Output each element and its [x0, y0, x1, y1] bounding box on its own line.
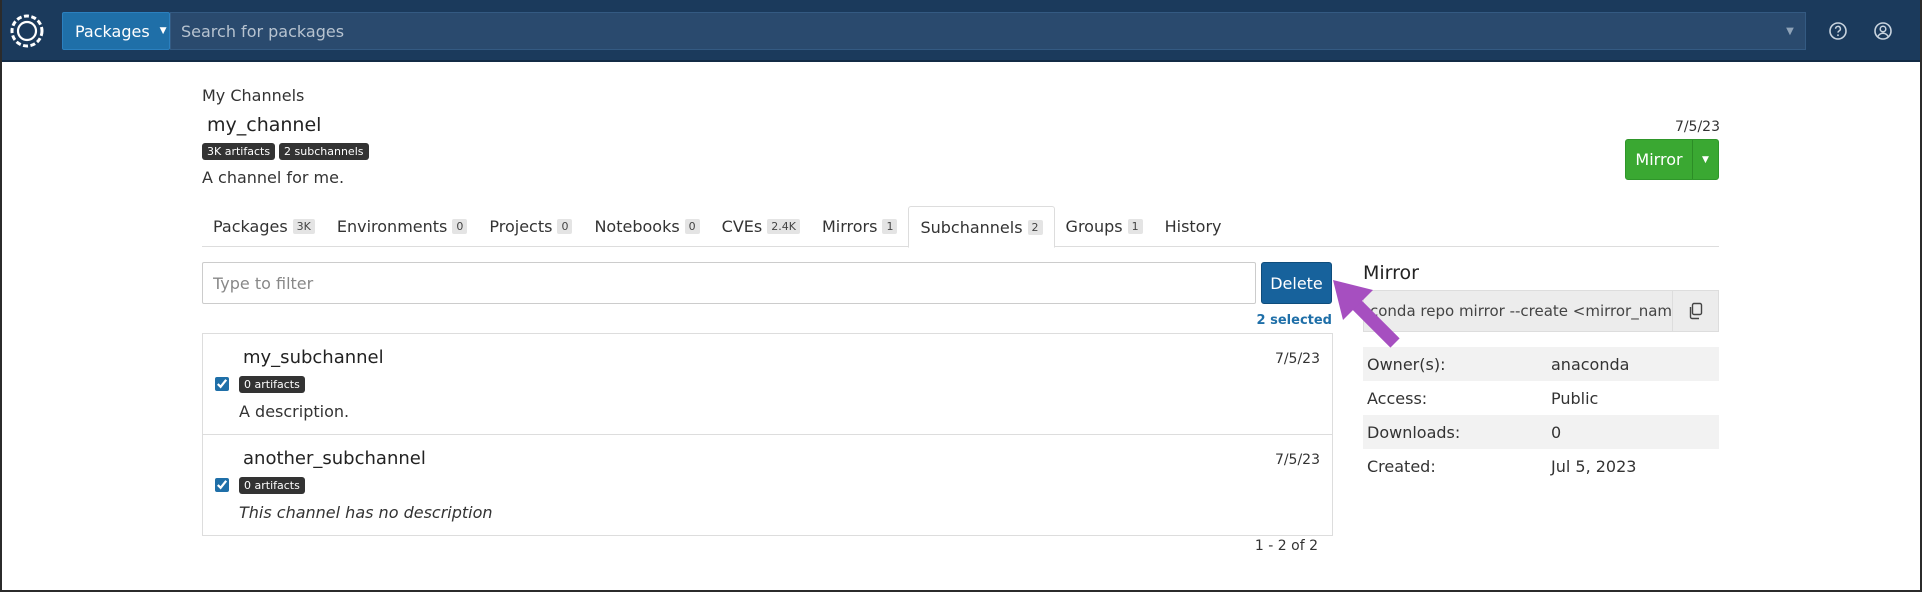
- subchannel-list: my_subchannel 7/5/23 0 artifacts A descr…: [202, 333, 1333, 536]
- pagination-summary: 1 - 2 of 2: [1254, 538, 1318, 554]
- tab-projects[interactable]: Projects 0: [478, 206, 583, 247]
- meta-row-access: Access: Public: [1363, 381, 1719, 415]
- list-item: another_subchannel 7/5/23 0 artifacts Th…: [203, 435, 1332, 535]
- tab-count: 1: [1127, 219, 1143, 234]
- subchannel-name-link[interactable]: my_subchannel: [243, 347, 384, 368]
- help-icon[interactable]: [1827, 20, 1849, 42]
- channel-description: A channel for me.: [202, 168, 345, 187]
- package-search-input[interactable]: [181, 21, 1775, 41]
- annotation-arrow-icon: [1333, 280, 1400, 348]
- subchannel-date: 7/5/23: [1274, 452, 1320, 468]
- channel-date: 7/5/23: [1674, 119, 1720, 135]
- top-navbar: Packages ▼ ▼: [0, 0, 1922, 62]
- search-dropdown-icon[interactable]: ▼: [1775, 26, 1805, 37]
- breadcrumb-my-channels[interactable]: My Channels: [202, 86, 304, 105]
- copy-button[interactable]: [1672, 291, 1718, 331]
- tab-count: 0: [452, 219, 468, 234]
- tab-label: Packages: [213, 217, 288, 236]
- selected-count: 2 selected: [1256, 313, 1332, 328]
- artifacts-badge: 0 artifacts: [239, 376, 305, 393]
- tab-label: CVEs: [721, 217, 763, 236]
- subchannel-description: This channel has no description: [239, 503, 493, 522]
- tab-label: Subchannels: [920, 217, 1023, 237]
- artifacts-badge: 0 artifacts: [239, 477, 305, 494]
- tab-subchannels[interactable]: Subchannels 2: [908, 206, 1055, 248]
- tab-count: 2: [1027, 219, 1043, 235]
- channel-title: my_channel: [207, 114, 322, 136]
- subchannel-date: 7/5/23: [1274, 351, 1320, 367]
- tab-packages[interactable]: Packages 3K: [202, 206, 326, 247]
- delete-button[interactable]: Delete: [1261, 262, 1332, 304]
- channel-badges: 3K artifacts 2 subchannels: [202, 143, 369, 160]
- artifacts-count-badge: 3K artifacts: [202, 143, 276, 160]
- channel-tabs: Packages 3K Environments 0 Projects 0 No…: [202, 206, 1719, 248]
- tab-count: 1: [882, 219, 898, 234]
- tab-cves[interactable]: CVEs 2.4K: [711, 206, 811, 247]
- tab-history[interactable]: History: [1154, 206, 1233, 247]
- meta-value: Public: [1551, 388, 1599, 408]
- tab-label: Environments: [336, 217, 448, 236]
- tab-groups[interactable]: Groups 1: [1055, 206, 1154, 247]
- meta-row-created: Created: Jul 5, 2023: [1363, 449, 1719, 483]
- packages-dropdown-button[interactable]: Packages ▼: [62, 12, 170, 50]
- caret-down-icon: ▼: [159, 26, 167, 36]
- meta-key: Downloads:: [1367, 422, 1461, 442]
- mirror-button[interactable]: Mirror: [1626, 140, 1692, 179]
- copy-icon: [1689, 302, 1702, 320]
- packages-dropdown-label: Packages: [75, 21, 150, 41]
- subchannel-description: A description.: [239, 402, 350, 421]
- user-account-icon[interactable]: [1872, 20, 1894, 42]
- tab-count: 3K: [292, 219, 315, 234]
- meta-value: anaconda: [1551, 354, 1630, 374]
- anaconda-logo-icon[interactable]: [8, 12, 46, 50]
- tab-label: Projects: [489, 217, 553, 236]
- meta-row-downloads: Downloads: 0: [1363, 415, 1719, 449]
- tab-environments[interactable]: Environments 0: [326, 206, 479, 247]
- meta-key: Access:: [1367, 388, 1428, 408]
- mirror-dropdown-icon[interactable]: ▼: [1692, 140, 1718, 179]
- tab-label: History: [1164, 217, 1222, 236]
- package-search: ▼: [170, 12, 1806, 50]
- subchannels-count-badge: 2 subchannels: [279, 143, 369, 160]
- tab-count: 0: [684, 219, 700, 234]
- tab-label: Mirrors: [821, 217, 878, 236]
- tab-notebooks[interactable]: Notebooks 0: [583, 206, 710, 247]
- subchannel-checkbox[interactable]: [215, 478, 229, 492]
- list-item: my_subchannel 7/5/23 0 artifacts A descr…: [203, 334, 1332, 435]
- tab-mirrors[interactable]: Mirrors 1: [811, 206, 908, 247]
- tab-label: Notebooks: [594, 217, 680, 236]
- tab-count: 0: [557, 219, 573, 234]
- meta-key: Created:: [1367, 456, 1436, 476]
- meta-value: Jul 5, 2023: [1551, 456, 1637, 476]
- tab-label: Groups: [1065, 217, 1123, 236]
- meta-value: 0: [1551, 422, 1562, 442]
- subchannel-name-link[interactable]: another_subchannel: [243, 448, 426, 469]
- mirror-button-group: Mirror ▼: [1625, 139, 1719, 180]
- channel-metadata: Owner(s): anaconda Access: Public Downlo…: [1363, 347, 1719, 483]
- tab-count: 2.4K: [767, 219, 800, 234]
- subchannel-filter-input[interactable]: [202, 262, 1256, 304]
- subchannel-checkbox[interactable]: [215, 377, 229, 391]
